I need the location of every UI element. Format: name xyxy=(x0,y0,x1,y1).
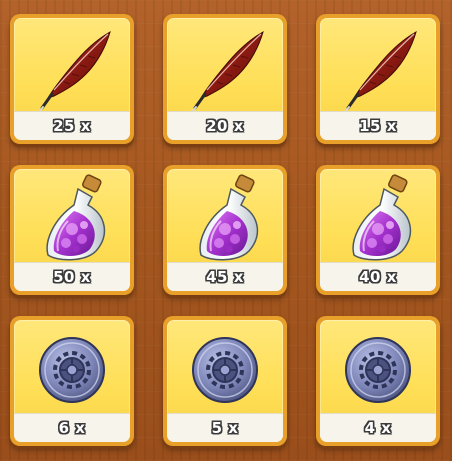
reward-card-feather-25[interactable]: 25 x xyxy=(10,14,134,144)
quantity-label: 25 x xyxy=(53,117,91,135)
potion-icon xyxy=(320,169,436,263)
feather-icon xyxy=(167,18,283,112)
reward-card-feather-15[interactable]: 15 x xyxy=(316,14,440,144)
quantity-strip: 20 x xyxy=(167,111,283,140)
quantity-label: 45 x xyxy=(206,268,244,286)
potion-icon xyxy=(167,169,283,263)
quantity-label: 40 x xyxy=(359,268,397,286)
quantity-strip: 6 x xyxy=(14,413,130,442)
feather-icon xyxy=(320,18,436,112)
gear-coin-icon xyxy=(167,320,283,414)
quantity-label: 5 x xyxy=(211,419,239,437)
quantity-label: 50 x xyxy=(53,268,91,286)
reward-card-gear-coin-4[interactable]: 4 x xyxy=(316,316,440,446)
reward-grid: 25 x 20 x 15 x 50 x 45 x 40 x 6 x 5 x 4 … xyxy=(0,0,452,461)
quantity-label: 20 x xyxy=(206,117,244,135)
feather-icon xyxy=(14,18,130,112)
reward-card-feather-20[interactable]: 20 x xyxy=(163,14,287,144)
quantity-strip: 45 x xyxy=(167,262,283,291)
quantity-strip: 5 x xyxy=(167,413,283,442)
quantity-strip: 40 x xyxy=(320,262,436,291)
gear-coin-icon xyxy=(14,320,130,414)
reward-card-gear-coin-5[interactable]: 5 x xyxy=(163,316,287,446)
reward-card-potion-50[interactable]: 50 x xyxy=(10,165,134,295)
quantity-strip: 25 x xyxy=(14,111,130,140)
quantity-label: 15 x xyxy=(359,117,397,135)
potion-icon xyxy=(14,169,130,263)
quantity-label: 6 x xyxy=(58,419,86,437)
reward-card-potion-40[interactable]: 40 x xyxy=(316,165,440,295)
reward-card-gear-coin-6[interactable]: 6 x xyxy=(10,316,134,446)
quantity-label: 4 x xyxy=(364,419,392,437)
quantity-strip: 4 x xyxy=(320,413,436,442)
reward-card-potion-45[interactable]: 45 x xyxy=(163,165,287,295)
quantity-strip: 15 x xyxy=(320,111,436,140)
gear-coin-icon xyxy=(320,320,436,414)
quantity-strip: 50 x xyxy=(14,262,130,291)
